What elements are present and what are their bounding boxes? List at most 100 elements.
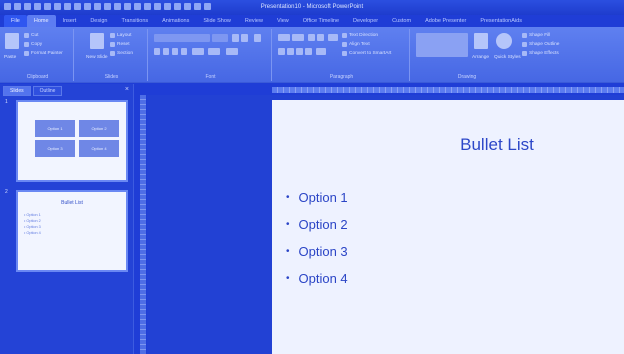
thumb-box: Option 1 bbox=[35, 120, 75, 137]
horizontal-ruler bbox=[272, 87, 624, 93]
clear-format-icon[interactable] bbox=[254, 34, 261, 42]
font-name-box[interactable] bbox=[154, 34, 210, 42]
slides-group: New Slide Layout Reset Section Slides bbox=[76, 29, 148, 81]
tab-custom[interactable]: Custom bbox=[385, 15, 418, 27]
tab-home[interactable]: Home bbox=[26, 15, 56, 27]
shape-effects-button[interactable]: Shape Effects bbox=[529, 51, 559, 56]
arrange-icon[interactable] bbox=[474, 33, 488, 49]
paste-button[interactable]: Paste bbox=[4, 55, 16, 60]
tab-presentation-aids[interactable]: PresentationAids bbox=[473, 15, 529, 27]
tab-office-timeline[interactable]: Office Timeline bbox=[296, 15, 346, 27]
drawing-label: Drawing bbox=[457, 74, 477, 80]
tab-review[interactable]: Review bbox=[238, 15, 270, 27]
quick-styles-button[interactable]: Quick Styles bbox=[494, 55, 521, 60]
smartart-icon[interactable] bbox=[342, 51, 347, 56]
bullet-list[interactable]: • Option 1 • Option 2 • Option 3 • Option 4 bbox=[286, 184, 348, 292]
increase-indent-icon[interactable] bbox=[317, 34, 324, 41]
thumb-bullets: • Option 1 • Option 2 • Option 3 • Optio… bbox=[24, 212, 41, 236]
text-direction-button[interactable]: Text Direction bbox=[349, 33, 378, 38]
bullet-icon: • bbox=[286, 273, 290, 284]
slide-thumbnail-2[interactable]: Bullet List • Option 1 • Option 2 • Opti… bbox=[16, 190, 128, 272]
format-painter-icon[interactable] bbox=[24, 51, 29, 56]
reset-icon[interactable] bbox=[110, 42, 115, 47]
new-slide-icon[interactable] bbox=[90, 33, 104, 49]
format-painter-button[interactable]: Format Painter bbox=[31, 51, 63, 56]
tab-adobe-presenter[interactable]: Adobe Presenter bbox=[418, 15, 473, 27]
layout-button[interactable]: Layout bbox=[117, 33, 131, 38]
align-right-icon[interactable] bbox=[296, 48, 303, 55]
panel-tabs: Slides Outline bbox=[3, 86, 63, 96]
char-spacing-icon[interactable] bbox=[192, 48, 204, 55]
ribbon: Paste Cut Copy Format Painter Clipboard … bbox=[0, 27, 624, 83]
convert-smartart-button[interactable]: Convert to SmartArt bbox=[349, 51, 391, 56]
tab-animations[interactable]: Animations bbox=[155, 15, 196, 27]
shape-outline-button[interactable]: Shape Outline bbox=[529, 42, 559, 47]
slide-number: 2 bbox=[5, 189, 8, 195]
bullet-item[interactable]: • Option 3 bbox=[286, 238, 348, 265]
quick-styles-icon[interactable] bbox=[496, 33, 512, 49]
shape-outline-icon[interactable] bbox=[522, 42, 527, 47]
align-left-icon[interactable] bbox=[278, 48, 285, 55]
tab-developer[interactable]: Developer bbox=[346, 15, 385, 27]
thumb-bullet: • Option 4 bbox=[24, 231, 41, 235]
numbering-icon[interactable] bbox=[292, 34, 304, 41]
bold-icon[interactable] bbox=[154, 48, 160, 55]
bullet-item[interactable]: • Option 2 bbox=[286, 211, 348, 238]
bullet-icon: • bbox=[286, 246, 290, 257]
current-slide[interactable]: Bullet List • Option 1 • Option 2 • Option … bbox=[272, 100, 624, 354]
tab-design[interactable]: Design bbox=[83, 15, 114, 27]
copy-button[interactable]: Copy bbox=[31, 42, 42, 47]
section-icon[interactable] bbox=[110, 51, 115, 56]
slide-title[interactable]: Bullet List bbox=[372, 135, 622, 155]
align-text-icon[interactable] bbox=[342, 42, 347, 47]
title-bar: Presentation10 - Microsoft PowerPoint bbox=[0, 0, 624, 15]
paste-icon[interactable] bbox=[5, 33, 19, 49]
font-size-box[interactable] bbox=[212, 34, 228, 42]
bullet-item[interactable]: • Option 1 bbox=[286, 184, 348, 211]
new-slide-button[interactable]: New Slide bbox=[86, 55, 108, 60]
tab-slides[interactable]: Slides bbox=[3, 86, 31, 96]
font-color-icon[interactable] bbox=[226, 48, 238, 55]
tab-outline[interactable]: Outline bbox=[32, 86, 63, 96]
slide-number: 1 bbox=[5, 99, 8, 105]
cut-button[interactable]: Cut bbox=[31, 33, 38, 38]
shapes-gallery[interactable] bbox=[416, 33, 468, 57]
change-case-icon[interactable] bbox=[208, 48, 220, 55]
arrange-button[interactable]: Arrange bbox=[472, 55, 489, 60]
text-direction-icon[interactable] bbox=[342, 33, 347, 38]
shrink-font-icon[interactable] bbox=[241, 34, 248, 42]
ribbon-tabs: File Home Insert Design Transitions Anim… bbox=[0, 15, 624, 27]
close-icon[interactable]: × bbox=[125, 86, 129, 93]
decrease-indent-icon[interactable] bbox=[308, 34, 315, 41]
thumb-box: Option 4 bbox=[79, 140, 119, 157]
slides-panel: Slides Outline × 1 Option 1 Option 2 Opt… bbox=[0, 84, 134, 354]
slide-thumbnail-1[interactable]: Option 1 Option 2 Option 3 Option 4 bbox=[16, 100, 128, 182]
tab-insert[interactable]: Insert bbox=[56, 15, 84, 27]
italic-icon[interactable] bbox=[163, 48, 169, 55]
strikethrough-icon[interactable] bbox=[181, 48, 187, 55]
shape-fill-icon[interactable] bbox=[522, 33, 527, 38]
copy-icon[interactable] bbox=[24, 42, 29, 47]
bullet-text: Option 2 bbox=[298, 217, 348, 232]
grow-font-icon[interactable] bbox=[232, 34, 239, 42]
thumb-title: Bullet List bbox=[61, 200, 83, 206]
reset-button[interactable]: Reset bbox=[117, 42, 130, 47]
shape-fill-button[interactable]: Shape Fill bbox=[529, 33, 550, 38]
align-text-button[interactable]: Align Text bbox=[349, 42, 370, 47]
section-button[interactable]: Section bbox=[117, 51, 133, 56]
justify-icon[interactable] bbox=[305, 48, 312, 55]
shape-effects-icon[interactable] bbox=[522, 51, 527, 56]
layout-icon[interactable] bbox=[110, 33, 115, 38]
thumb-box: Option 3 bbox=[35, 140, 75, 157]
bullet-item[interactable]: • Option 4 bbox=[286, 265, 348, 292]
columns-icon[interactable] bbox=[316, 48, 326, 55]
align-center-icon[interactable] bbox=[287, 48, 294, 55]
underline-icon[interactable] bbox=[172, 48, 178, 55]
line-spacing-icon[interactable] bbox=[328, 34, 338, 41]
tab-transitions[interactable]: Transitions bbox=[114, 15, 155, 27]
cut-icon[interactable] bbox=[24, 33, 29, 38]
tab-view[interactable]: View bbox=[270, 15, 296, 27]
tab-file[interactable]: File bbox=[4, 15, 27, 27]
tab-slide-show[interactable]: Slide Show bbox=[196, 15, 238, 27]
bullets-icon[interactable] bbox=[278, 34, 290, 41]
